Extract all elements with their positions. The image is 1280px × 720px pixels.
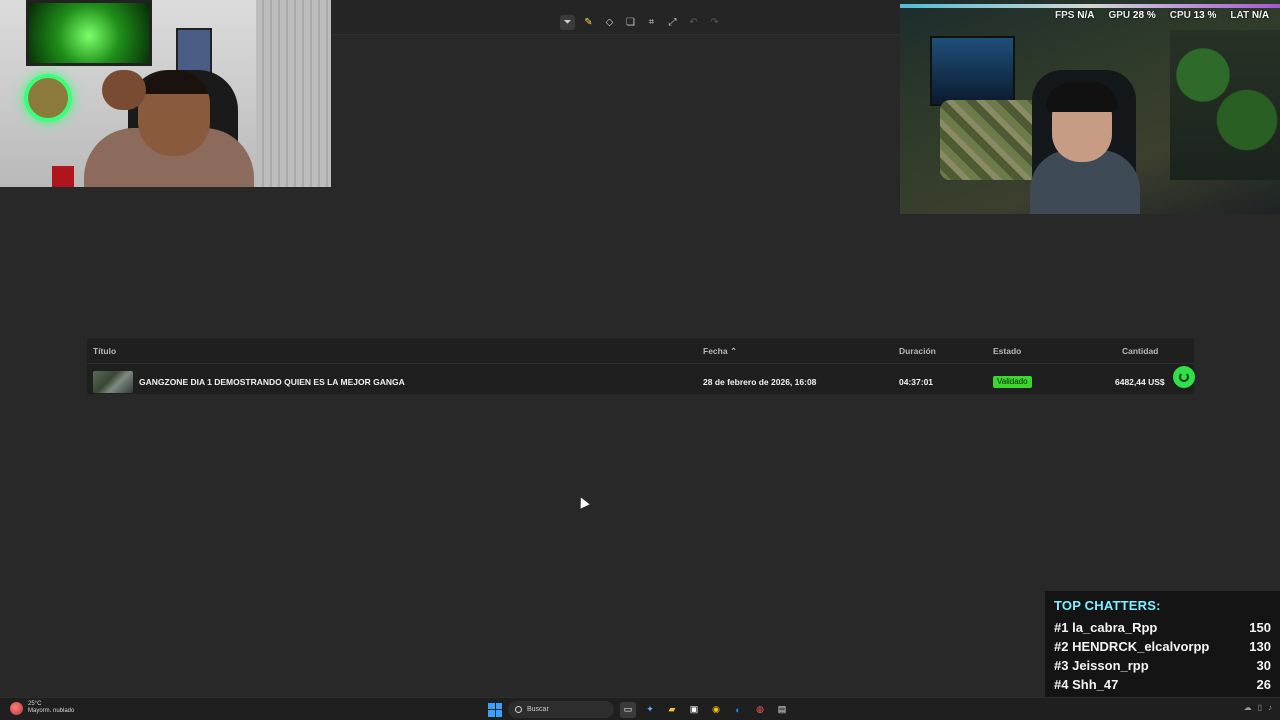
- background-monitor: [930, 36, 1015, 106]
- row-duration: 04:37:01: [899, 377, 934, 387]
- resize-icon[interactable]: ⤢: [665, 15, 680, 30]
- weather-icon: [10, 701, 23, 715]
- highlighter-icon[interactable]: ✎: [581, 15, 596, 30]
- header-duration[interactable]: Duración: [899, 346, 936, 356]
- search-icon: [515, 706, 522, 713]
- video-thumbnail: [93, 371, 133, 393]
- top-chatters-title: TOP CHATTERS:: [1054, 598, 1161, 613]
- filter-icon[interactable]: ⏷: [560, 15, 575, 30]
- stat-cpu: CPU 13 %: [1169, 10, 1217, 21]
- app-icon-active[interactable]: ▤: [774, 702, 790, 718]
- chatter-item: #3 Jeisson_rpp 30: [1054, 658, 1271, 673]
- redo-icon[interactable]: ↷: [707, 15, 722, 30]
- table-row[interactable]: GANGZONE DIA 1 DEMOSTRANDO QUIEN ES LA M…: [87, 365, 1194, 394]
- undo-icon[interactable]: ↶: [686, 15, 701, 30]
- annotation-toolbar: ⏷ ✎ ◇ ❏ ⌗ ⤢ ↶ ↷: [560, 15, 722, 30]
- row-date: 28 de febrero de 2026, 16:08: [703, 377, 817, 387]
- neon-ring-light: [24, 74, 72, 122]
- webcam-right: [900, 0, 1280, 214]
- app-icon-red[interactable]: ◍: [752, 702, 768, 718]
- cloud-icon[interactable]: ☁: [1244, 703, 1252, 712]
- volume-icon[interactable]: ♪: [1268, 703, 1272, 712]
- windows-taskbar: 25°C Mayorm. nublado Buscar ▭ ✦ ▰ ▣ ◉ ◐ …: [0, 697, 1280, 720]
- header-title[interactable]: Título: [93, 346, 116, 356]
- weather-widget[interactable]: 25°C Mayorm. nublado: [10, 701, 74, 715]
- performance-stats: FPS N/A GPU 28 % CPU 13 % LAT N/A: [1055, 10, 1269, 21]
- header-date[interactable]: Fecha ⌃: [703, 346, 737, 357]
- videos-table: Título Fecha ⌃ Duración Estado Cantidad …: [87, 338, 1195, 394]
- store-icon[interactable]: ▣: [686, 702, 702, 718]
- taskbar-search[interactable]: Buscar: [508, 701, 614, 718]
- crop-icon[interactable]: ⌗: [644, 15, 659, 30]
- chatter-item: #2 HENDRCK_elcalvorpp 130: [1054, 639, 1271, 654]
- shapes-icon[interactable]: ❏: [623, 15, 638, 30]
- taskbar-apps: Buscar ▭ ✦ ▰ ▣ ◉ ◐ ◍ ▤: [488, 701, 790, 718]
- header-amount[interactable]: Cantidad: [1122, 346, 1158, 356]
- weather-temp: 25°C: [28, 701, 42, 707]
- neon-strip: [900, 4, 1280, 8]
- weather-desc: Mayorm. nublado: [28, 708, 75, 714]
- system-tray: ☁ ▯ ♪: [1244, 703, 1272, 712]
- task-view-icon[interactable]: ▭: [620, 701, 636, 718]
- chatter-item: #4 Shh_47 26: [1054, 677, 1271, 692]
- stat-fps: FPS N/A: [1055, 10, 1095, 21]
- eraser-icon[interactable]: ◇: [602, 15, 617, 30]
- green-neon-panel: [26, 0, 152, 66]
- stat-gpu: GPU 28 %: [1108, 10, 1156, 21]
- status-badge: Validado: [993, 376, 1032, 388]
- window-blinds: [256, 0, 331, 187]
- support-chat-button[interactable]: [1173, 366, 1195, 388]
- table-header: Título Fecha ⌃ Duración Estado Cantidad: [87, 338, 1194, 364]
- chatter-item: #1 la_cabra_Rpp 150: [1054, 620, 1271, 635]
- drink-can: [52, 166, 74, 187]
- mouse-cursor: [576, 495, 590, 509]
- header-status[interactable]: Estado: [993, 346, 1021, 356]
- chrome-icon[interactable]: ◉: [708, 702, 724, 718]
- search-placeholder: Buscar: [527, 706, 549, 713]
- streamer-head: [138, 70, 210, 156]
- streamer-cap: [1046, 82, 1118, 112]
- row-title: GANGZONE DIA 1 DEMOSTRANDO QUIEN ES LA M…: [139, 377, 405, 387]
- sort-asc-icon: ⌃: [729, 346, 738, 356]
- file-explorer-icon[interactable]: ▰: [664, 702, 680, 718]
- start-button[interactable]: [488, 702, 502, 717]
- plants-decor: [1170, 30, 1280, 180]
- row-amount: 6482,44 US$: [1115, 377, 1165, 387]
- headset-icon: [1179, 372, 1189, 382]
- edge-icon[interactable]: ◐: [730, 702, 746, 718]
- copilot-icon[interactable]: ✦: [642, 702, 658, 718]
- streamer-hand: [102, 70, 146, 110]
- battery-icon[interactable]: ▯: [1258, 703, 1262, 712]
- stat-lat: LAT N/A: [1230, 10, 1270, 21]
- webcam-left: [0, 0, 331, 187]
